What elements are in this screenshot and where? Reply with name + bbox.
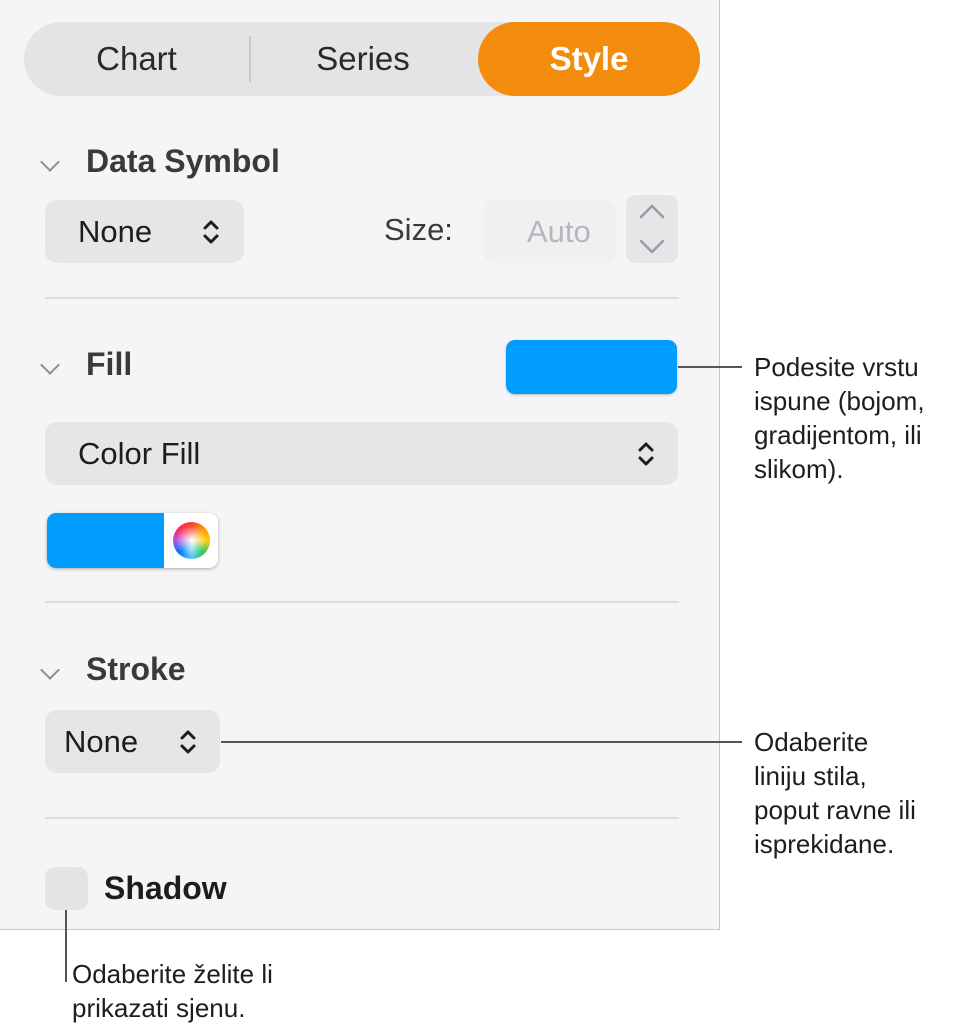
shadow-label: Shadow [104, 870, 227, 906]
callout-line-text: slikom). [754, 454, 844, 484]
fill-type-popup[interactable]: Color Fill [45, 422, 678, 485]
up-down-arrows-icon [203, 220, 219, 244]
stroke-popup[interactable]: None [45, 710, 220, 773]
tab-series[interactable]: Series [250, 22, 476, 96]
data-symbol-popup[interactable]: None [45, 200, 244, 263]
up-down-arrows-icon [638, 442, 654, 466]
up-down-arrows-icon [180, 730, 196, 754]
callout-line-text: poput ravne ili [754, 795, 916, 825]
callout-line-text: Podesite vrstu [754, 352, 919, 382]
fill-color-swatch[interactable] [47, 513, 164, 568]
callout-fill: Podesite vrstu ispune (bojom, gradijento… [754, 350, 925, 486]
callout-line-fill [678, 366, 742, 368]
callout-stroke: Odaberite liniju stila, poput ravne ili … [754, 725, 916, 861]
fill-type-value: Color Fill [78, 436, 201, 471]
color-picker-control [47, 513, 218, 568]
size-placeholder: Auto [527, 214, 591, 249]
callout-line-text: ispune (bojom, [754, 386, 925, 416]
data-symbol-value: None [78, 214, 153, 249]
callout-line-shadow [65, 910, 67, 982]
callout-line-text: isprekidane. [754, 829, 895, 859]
format-inspector-panel: Chart Series Style Data Symbol None Size… [0, 0, 720, 930]
stepper-arrows-icon [639, 204, 665, 254]
callout-line-text: Odaberite želite li [72, 959, 273, 989]
size-label: Size: [384, 212, 453, 247]
chevron-down-icon[interactable] [40, 152, 60, 172]
section-divider [45, 297, 679, 299]
callout-line-stroke [221, 741, 742, 743]
fill-color-well[interactable] [506, 340, 677, 394]
fill-title: Fill [86, 346, 133, 382]
shadow-checkbox[interactable] [45, 867, 88, 910]
section-divider [45, 601, 679, 603]
callout-line-text: liniju stila, [754, 761, 867, 791]
tab-chart[interactable]: Chart [24, 22, 249, 96]
section-divider [45, 817, 679, 819]
stroke-value: None [64, 724, 139, 759]
color-wheel-icon[interactable] [173, 522, 210, 559]
callout-line-text: gradijentom, ili [754, 420, 922, 450]
inspector-tab-bar: Chart Series Style [24, 22, 700, 96]
chevron-down-icon[interactable] [40, 660, 60, 680]
size-field[interactable]: Auto [484, 200, 616, 263]
size-stepper[interactable] [626, 195, 678, 263]
data-symbol-title: Data Symbol [86, 143, 280, 179]
callout-line-text: prikazati sjenu. [72, 993, 246, 1023]
stroke-title: Stroke [86, 651, 186, 687]
callout-line-text: Odaberite [754, 727, 869, 757]
chevron-down-icon[interactable] [40, 355, 60, 375]
callout-shadow: Odaberite želite li prikazati sjenu. [72, 957, 273, 1025]
tab-style[interactable]: Style [478, 22, 700, 96]
